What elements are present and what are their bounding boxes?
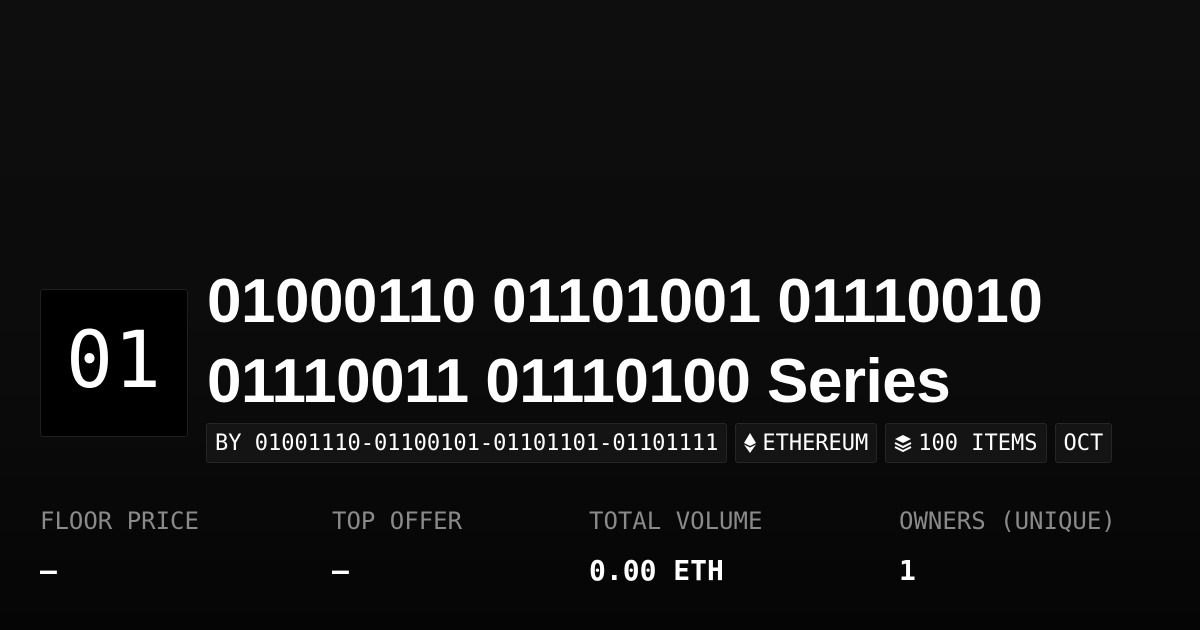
chain-badge-label: ETHEREUM	[762, 430, 869, 456]
creator-badge-label: BY 01001110-01100101-01101101-01101111	[215, 430, 719, 456]
items-badge-label: 100 ITEMS	[918, 430, 1038, 456]
collection-avatar: 01	[40, 289, 188, 437]
stat-label: OWNERS (UNIQUE)	[899, 507, 1116, 535]
stat-top-offer: TOP OFFER —	[332, 503, 462, 589]
avatar-text: 01	[66, 316, 162, 406]
stat-floor-price: FLOOR PRICE —	[40, 503, 199, 589]
stat-value: —	[332, 554, 349, 587]
date-badge-label: OCT	[1063, 430, 1104, 456]
stat-value: —	[40, 554, 57, 587]
items-badge: 100 ITEMS	[885, 423, 1047, 463]
stat-label: TOTAL VOLUME	[589, 507, 763, 535]
collection-title: 01000110 01101001 01110010 01110011 0111…	[207, 267, 1043, 416]
collection-badges: BY 01001110-01100101-01101101-01101111 E…	[206, 423, 1113, 463]
ethereum-icon	[744, 433, 757, 453]
creator-badge[interactable]: BY 01001110-01100101-01101101-01101111	[206, 423, 728, 463]
stat-value: 0.00 ETH	[589, 554, 724, 587]
stat-label: FLOOR PRICE	[40, 507, 199, 535]
chain-badge: ETHEREUM	[735, 423, 878, 463]
stat-owners: OWNERS (UNIQUE) 1	[899, 503, 1116, 589]
stat-value: 1	[899, 554, 916, 587]
date-badge: OCT	[1054, 423, 1113, 463]
stat-total-volume: TOTAL VOLUME 0.00 ETH	[589, 503, 762, 589]
stat-label: TOP OFFER	[332, 507, 463, 535]
layers-icon	[894, 434, 912, 452]
